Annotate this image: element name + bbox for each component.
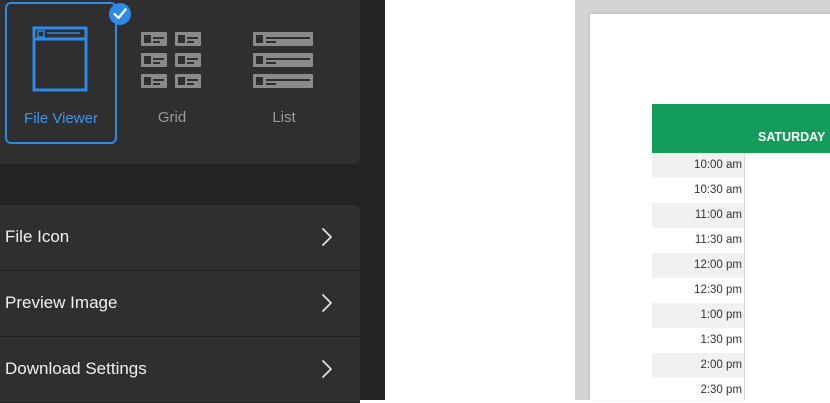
time-label: 1:00 pm: [700, 309, 742, 321]
settings-item-label: Download Settings: [5, 359, 147, 378]
schedule-row: 1:30 pm: [652, 328, 830, 353]
settings-item-preview-image[interactable]: Preview Image: [0, 271, 360, 337]
list-icon: [253, 32, 313, 88]
schedule-cell: [745, 353, 830, 378]
schedule-row: 10:30 am: [652, 178, 830, 203]
time-label: 12:30 pm: [694, 284, 742, 296]
schedule-cell: [745, 303, 830, 328]
chevron-right-icon: [322, 360, 332, 378]
view-option-grid[interactable]: Grid: [116, 0, 228, 144]
file-viewer-icon: [32, 26, 88, 92]
schedule-row: 2:30 pm: [652, 378, 830, 403]
schedule-cell: [745, 378, 830, 403]
schedule-row: 12:30 pm: [652, 278, 830, 303]
settings-item-label: File Icon: [5, 227, 70, 246]
schedule-cell: [745, 153, 830, 178]
schedule-cell: [745, 203, 830, 228]
time-label: 12:00 pm: [694, 259, 742, 271]
schedule-table: SATURDAY 10:00 am 10:30 am 11:00 am 11:3…: [652, 104, 830, 403]
settings-item-file-icon[interactable]: File Icon: [0, 205, 360, 271]
time-label: 2:00 pm: [700, 359, 742, 371]
settings-item-label: Preview Image: [5, 293, 118, 312]
view-option-label: File Viewer: [24, 110, 98, 127]
time-label: 1:30 pm: [700, 334, 742, 346]
grid-icon: [141, 32, 201, 88]
time-label: 11:00 am: [694, 209, 742, 221]
view-option-label: Grid: [157, 109, 187, 126]
view-option-label: List: [272, 109, 296, 126]
settings-item-download-settings[interactable]: Download Settings: [0, 337, 360, 403]
schedule-row: 10:00 am: [652, 153, 830, 178]
schedule-row: 1:00 pm: [652, 303, 830, 328]
schedule-row: 11:00 am: [652, 203, 830, 228]
schedule-row: 11:30 am: [652, 228, 830, 253]
schedule-cell: [745, 253, 830, 278]
schedule-cell: [745, 278, 830, 303]
schedule-cell: [745, 228, 830, 253]
schedule-cell: [745, 178, 830, 203]
view-mode-card: File Viewer Grid List: [0, 0, 360, 164]
time-label: 10:30 am: [694, 184, 742, 196]
column-divider: [744, 153, 745, 400]
settings-list: File Icon Preview Image Download Setting…: [0, 205, 360, 403]
schedule-row: 12:00 pm: [652, 253, 830, 278]
settings-panel: File Viewer Grid List File Icon Preview …: [0, 0, 385, 403]
chevron-right-icon: [322, 294, 332, 312]
view-option-file-viewer[interactable]: File Viewer: [5, 2, 131, 144]
day-header: SATURDAY: [758, 130, 826, 144]
view-option-list[interactable]: List: [228, 0, 340, 144]
schedule-row: 2:00 pm: [652, 353, 830, 378]
schedule-cell: [745, 328, 830, 353]
schedule-header: SATURDAY: [652, 104, 830, 153]
time-label: 10:00 am: [694, 159, 742, 171]
time-label: 2:30 pm: [700, 384, 742, 396]
chevron-right-icon: [322, 228, 332, 246]
time-label: 11:30 am: [694, 234, 742, 246]
